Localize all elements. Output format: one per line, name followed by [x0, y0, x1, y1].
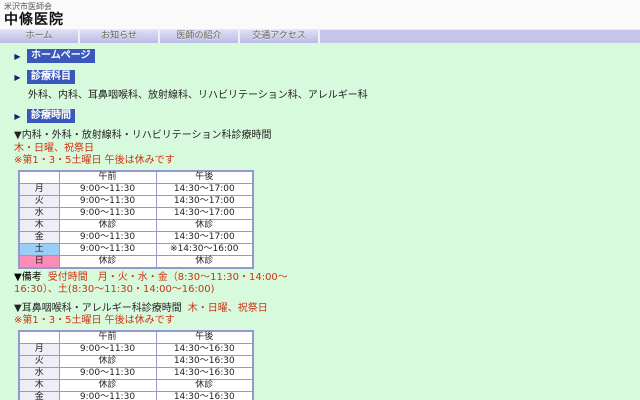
table-row: 月 9:00～11:30 14:30～17:00: [19, 183, 253, 195]
day-cell: 金: [19, 231, 59, 243]
remark-text: 受付時間 月・火・水・金（8:30～11:30・14:00～16:30）、土(8…: [14, 272, 288, 296]
pm-cell-closed: 休診: [156, 219, 253, 231]
internal-closed-days: 木・日曜、祝祭日: [14, 143, 634, 156]
pm-cell: 14:30～17:00: [156, 207, 253, 219]
pm-cell: 14:30～17:00: [156, 195, 253, 207]
pm-cell: 14:30～17:00: [156, 183, 253, 195]
am-cell: 9:00～11:30: [59, 391, 156, 400]
pm-cell: 14:30～16:30: [156, 367, 253, 379]
pm-cell: 14:30～16:30: [156, 343, 253, 355]
internal-saturday-note: ※第1・3・5土曜日 午後は休みです: [14, 155, 634, 168]
nav-bar: ホーム お知らせ 医師の紹介 交通アクセス: [0, 29, 640, 43]
ent-schedule-table: 午前 午後 月 9:00～11:30 14:30～16:30 火 休診 14:3…: [18, 330, 254, 400]
nav-item-doctor-intro[interactable]: 医師の紹介: [160, 30, 240, 44]
departments-list: 外科、内科、耳鼻咽喉科、放射線科、リハビリテーション科、アレルギー科: [28, 89, 634, 102]
table-header-row: 午前 午後: [19, 171, 253, 184]
internal-schedule-heading: ▼内科・外科・放射線科・リハビリテーション科診療時間: [14, 130, 634, 143]
pm-cell-closed: 休診: [156, 379, 253, 391]
section-title-departments: 診療科目: [27, 70, 75, 84]
internal-schedule-block: ▼内科・外科・放射線科・リハビリテーション科診療時間 木・日曜、祝祭日 ※第1・…: [14, 130, 634, 400]
table-row: 木 休診 休診: [19, 379, 253, 391]
table-row: 木 休診 休診: [19, 219, 253, 231]
day-cell: 金: [19, 391, 59, 400]
pm-column-header: 午後: [156, 331, 253, 344]
association-link: 米沢市医師会: [4, 2, 636, 12]
day-cell-saturday: 土: [19, 243, 59, 255]
site-header: 米沢市医師会 中條医院: [0, 0, 640, 29]
pm-cell: ※14:30～16:00: [156, 243, 253, 255]
day-column-header: [19, 171, 59, 184]
main-content: ▶ ホームページ ▶ 診療科目 外科、内科、耳鼻咽喉科、放射線科、リハビリテーシ…: [0, 43, 640, 400]
am-cell: 9:00～11:30: [59, 207, 156, 219]
day-cell: 水: [19, 207, 59, 219]
am-column-header: 午前: [59, 331, 156, 344]
am-cell-closed: 休診: [59, 219, 156, 231]
triangle-bullet-icon: ▶: [8, 52, 27, 61]
day-cell: 木: [19, 379, 59, 391]
table-row: 火 9:00～11:30 14:30～17:00: [19, 195, 253, 207]
table-row: 水 9:00～11:30 14:30～16:30: [19, 367, 253, 379]
ent-schedule-heading-line: ▼耳鼻咽喉科・アレルギー科診療時間木・日曜、祝祭日: [14, 303, 634, 316]
section-departments: ▶ 診療科目: [8, 70, 634, 84]
table-row: 日 休診 休診: [19, 255, 253, 268]
table-row: 金 9:00～11:30 14:30～16:30: [19, 391, 253, 400]
ent-schedule-heading: ▼耳鼻咽喉科・アレルギー科診療時間: [14, 303, 182, 314]
section-homepage: ▶ ホームページ: [8, 49, 634, 63]
am-column-header: 午前: [59, 171, 156, 184]
am-cell: 9:00～11:30: [59, 343, 156, 355]
am-cell-closed: 休診: [59, 379, 156, 391]
internal-schedule-table: 午前 午後 月 9:00～11:30 14:30～17:00 火 9:00～11…: [18, 170, 254, 269]
ent-saturday-note: ※第1・3・5土曜日 午後は休みです: [14, 315, 634, 328]
section-title-hours: 診療時間: [27, 109, 75, 123]
pm-column-header: 午後: [156, 171, 253, 184]
am-cell-closed: 休診: [59, 355, 156, 367]
table-row: 水 9:00～11:30 14:30～17:00: [19, 207, 253, 219]
remark-label: ▼備考: [14, 272, 42, 283]
day-cell: 水: [19, 367, 59, 379]
page: 米沢市医師会 中條医院 ホーム お知らせ 医師の紹介 交通アクセス ▶ ホームペ…: [0, 0, 640, 400]
table-row: 月 9:00～11:30 14:30～16:30: [19, 343, 253, 355]
table-row: 土 9:00～11:30 ※14:30～16:00: [19, 243, 253, 255]
ent-closed-days: 木・日曜、祝祭日: [188, 303, 268, 314]
am-cell: 9:00～11:30: [59, 183, 156, 195]
internal-schedule-remark: ▼備考受付時間 月・火・水・金（8:30～11:30・14:00～16:30）、…: [14, 272, 329, 297]
table-header-row: 午前 午後: [19, 331, 253, 344]
triangle-bullet-icon: ▶: [8, 112, 27, 121]
table-row: 火 休診 14:30～16:30: [19, 355, 253, 367]
day-cell: 火: [19, 195, 59, 207]
day-cell-sunday: 日: [19, 255, 59, 268]
am-cell: 9:00～11:30: [59, 231, 156, 243]
am-cell: 9:00～11:30: [59, 243, 156, 255]
nav-item-home[interactable]: ホーム: [0, 30, 80, 44]
nav-item-access[interactable]: 交通アクセス: [240, 30, 320, 44]
section-hours: ▶ 診療時間: [8, 109, 634, 123]
am-cell: 9:00～11:30: [59, 367, 156, 379]
clinic-title: 中條医院: [4, 12, 636, 28]
table-row: 金 9:00～11:30 14:30～17:00: [19, 231, 253, 243]
day-cell: 月: [19, 343, 59, 355]
pm-cell: 14:30～16:30: [156, 391, 253, 400]
triangle-bullet-icon: ▶: [8, 73, 27, 82]
day-cell: 火: [19, 355, 59, 367]
am-cell: 9:00～11:30: [59, 195, 156, 207]
day-cell: 月: [19, 183, 59, 195]
nav-item-news[interactable]: お知らせ: [80, 30, 160, 44]
pm-cell: 14:30～16:30: [156, 355, 253, 367]
pm-cell-closed: 休診: [156, 255, 253, 268]
day-cell: 木: [19, 219, 59, 231]
pm-cell: 14:30～17:00: [156, 231, 253, 243]
section-title-homepage: ホームページ: [27, 49, 95, 63]
am-cell-closed: 休診: [59, 255, 156, 268]
day-column-header: [19, 331, 59, 344]
